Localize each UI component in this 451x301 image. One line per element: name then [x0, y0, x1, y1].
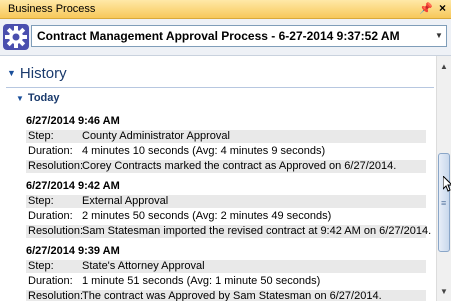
- grip-icon: ≡: [441, 198, 447, 208]
- history-title: History: [19, 65, 67, 82]
- chevron-down-icon[interactable]: ▼: [432, 26, 446, 46]
- resolution-value: Sam Statesman imported the revised contr…: [82, 225, 432, 237]
- step-label: Step:: [28, 130, 54, 142]
- duration-value: 2 minutes 50 seconds (Avg: 2 minutes 49 …: [82, 210, 332, 222]
- resolution-label: Resolution:: [28, 290, 84, 301]
- mouse-cursor-icon: [443, 176, 451, 192]
- step-value: State's Attorney Approval: [82, 260, 205, 272]
- step-row: Step: State's Attorney Approval: [26, 260, 426, 273]
- close-icon[interactable]: ×: [439, 1, 446, 15]
- scroll-up-icon[interactable]: ▲: [440, 62, 448, 71]
- resolution-value: Corey Contracts marked the contract as A…: [82, 160, 397, 172]
- resolution-label: Resolution:: [28, 160, 84, 172]
- collapse-triangle-icon[interactable]: ▼: [16, 94, 24, 103]
- entry-timestamp: 6/27/2014 9:46 AM: [26, 115, 120, 127]
- today-group-header[interactable]: ▼ Today: [16, 92, 60, 104]
- duration-label: Duration:: [28, 210, 73, 222]
- divider: [6, 87, 434, 88]
- step-value: External Approval: [82, 195, 169, 207]
- entry-timestamp: 6/27/2014 9:42 AM: [26, 180, 120, 192]
- entry-timestamp: 6/27/2014 9:39 AM: [26, 245, 120, 257]
- duration-label: Duration:: [28, 275, 73, 287]
- duration-value: 1 minute 51 seconds (Avg: 1 minute 50 se…: [82, 275, 321, 287]
- history-panel: ▼ History ▼ Today 6/27/2014 9:46 AM Step: C…: [0, 56, 436, 301]
- resolution-value: The contract was Approved by Sam Statesm…: [82, 290, 382, 301]
- history-entry: 6/27/2014 9:39 AM Step: State's Attorney …: [26, 245, 426, 301]
- today-title: Today: [27, 92, 60, 104]
- scrollbar-thumb[interactable]: ≡: [438, 153, 450, 252]
- process-select-value: Contract Management Approval Process - 6…: [37, 29, 400, 43]
- duration-label: Duration:: [28, 145, 73, 157]
- duration-row: Duration: 4 minutes 10 seconds (Avg: 4 mi…: [26, 145, 426, 158]
- resolution-row: Resolution: Sam Statesman imported the re…: [26, 225, 431, 238]
- window-title: Business Process: [8, 3, 96, 15]
- duration-row: Duration: 1 minute 51 seconds (Avg: 1 min…: [26, 275, 426, 288]
- step-label: Step:: [28, 195, 54, 207]
- toolbar: Contract Management Approval Process - 6…: [0, 19, 451, 56]
- step-value: County Administrator Approval: [82, 130, 230, 142]
- resolution-row: Resolution: Corey Contracts marked the co…: [26, 160, 426, 173]
- step-row: Step: External Approval: [26, 195, 426, 208]
- history-entry: 6/27/2014 9:42 AM Step: External Approval…: [26, 180, 431, 238]
- process-select[interactable]: Contract Management Approval Process - 6…: [31, 25, 447, 47]
- collapse-triangle-icon[interactable]: ▼: [7, 68, 16, 78]
- duration-row: Duration: 2 minutes 50 seconds (Avg: 2 mi…: [26, 210, 426, 223]
- duration-value: 4 minutes 10 seconds (Avg: 4 minutes 9 s…: [82, 145, 326, 157]
- step-label: Step:: [28, 260, 54, 272]
- history-entry: 6/27/2014 9:46 AM Step: County Administra…: [26, 115, 426, 173]
- history-section-header[interactable]: ▼ History: [7, 65, 67, 82]
- gear-icon: [3, 24, 29, 50]
- step-row: Step: County Administrator Approval: [26, 130, 426, 143]
- resolution-label: Resolution:: [28, 225, 84, 237]
- resolution-row: Resolution: The contract was Approved by …: [26, 290, 426, 301]
- title-bar: Business Process 📌 ×: [0, 0, 451, 19]
- pin-icon[interactable]: 📌: [419, 2, 433, 15]
- scroll-down-icon[interactable]: ▼: [440, 287, 448, 296]
